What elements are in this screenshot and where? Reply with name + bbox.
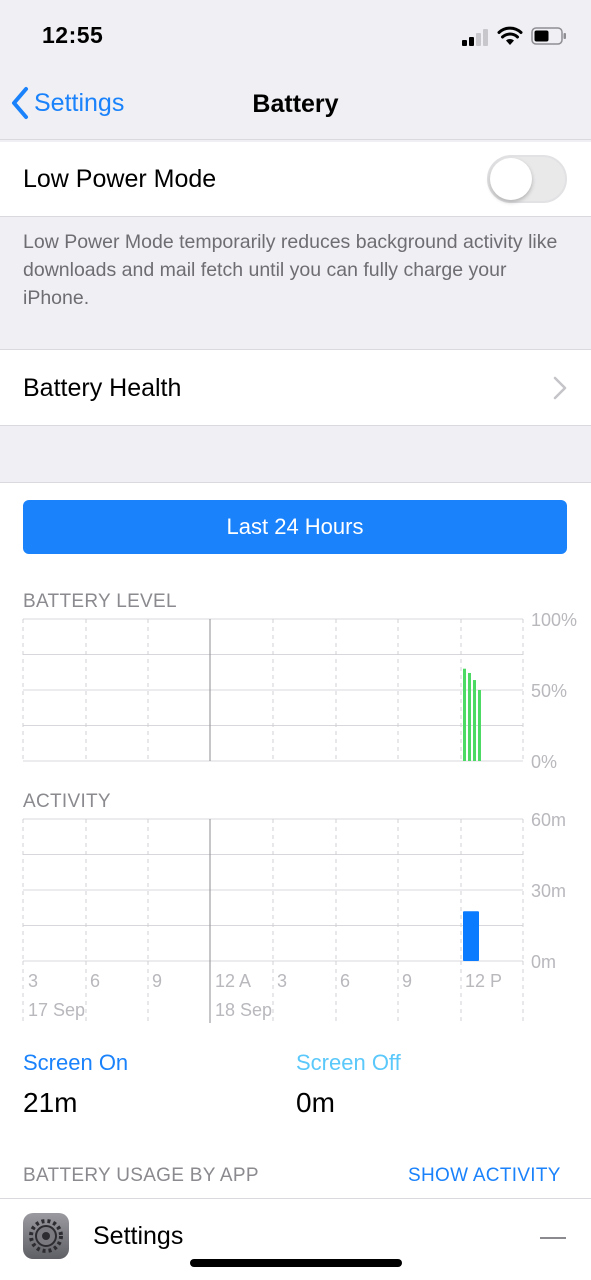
battery-health-label: Battery Health — [23, 374, 182, 402]
date-label: 17 Sep — [28, 1000, 85, 1020]
screen-off-label: Screen Off — [296, 1050, 401, 1075]
status-bar: 12:55 — [0, 0, 591, 70]
screen-on-label: Screen On — [23, 1050, 129, 1075]
navigation-bar: Settings Battery — [0, 70, 591, 140]
page-title: Battery — [252, 90, 339, 118]
divider — [0, 1198, 591, 1199]
activity-y-tick: 60m — [531, 810, 566, 830]
settings-gear-icon — [23, 1213, 69, 1259]
battery-level-bar — [478, 690, 481, 761]
activity-y-tick: 0m — [531, 952, 556, 972]
low-power-mode-row: Low Power Mode — [0, 142, 591, 217]
app-row-value — [540, 1237, 566, 1239]
low-power-mode-toggle[interactable] — [487, 155, 567, 203]
x-tick-label: 12 A — [215, 971, 251, 991]
chevron-right-icon — [553, 376, 567, 400]
battery-level-bar — [463, 668, 466, 761]
battery-usage-panel: Last 24 Hours BATTERY LEVEL ACTIVITY 100… — [0, 482, 591, 1280]
show-activity-link[interactable]: SHOW ACTIVITY — [408, 1165, 561, 1187]
screen-off-value: 0m — [296, 1087, 335, 1118]
low-power-mode-label: Low Power Mode — [23, 165, 217, 193]
x-tick-label: 9 — [402, 971, 412, 991]
battery-charts: 100% 50% 0% 60m 30m 0m 3 6 9 12 A 3 6 9 12 P 17 Sep 18 … — [22, 610, 577, 1023]
cellular-signal-icon — [462, 28, 490, 46]
low-power-mode-footer: Low Power Mode temporarily reduces backg… — [23, 231, 558, 309]
battery-level-y-tick: 100% — [531, 610, 577, 630]
app-row-name[interactable]: Settings — [93, 1222, 183, 1251]
battery-health-row[interactable]: Battery Health — [0, 349, 591, 426]
battery-level-bar — [473, 680, 476, 761]
activity-bar — [463, 911, 479, 961]
x-tick-label: 3 — [277, 971, 287, 991]
screen-on-value: 21m — [23, 1087, 78, 1118]
battery-level-y-tick: 0% — [531, 752, 557, 772]
activity-y-tick: 30m — [531, 881, 566, 901]
wifi-icon — [497, 26, 523, 45]
x-tick-label: 12 P — [465, 971, 502, 991]
toggle-knob — [490, 158, 532, 200]
x-tick-label: 6 — [340, 971, 350, 991]
x-tick-label: 6 — [90, 971, 100, 991]
x-tick-label: 9 — [152, 971, 162, 991]
battery-icon — [531, 27, 566, 45]
x-tick-label: 3 — [28, 971, 38, 991]
home-indicator — [190, 1259, 402, 1267]
battery-level-bar — [468, 672, 471, 761]
date-label: 18 Sep — [215, 1000, 272, 1020]
battery-usage-by-app-label: BATTERY USAGE BY APP — [23, 1165, 259, 1186]
status-time: 12:55 — [42, 22, 104, 48]
battery-level-y-tick: 50% — [531, 681, 567, 701]
